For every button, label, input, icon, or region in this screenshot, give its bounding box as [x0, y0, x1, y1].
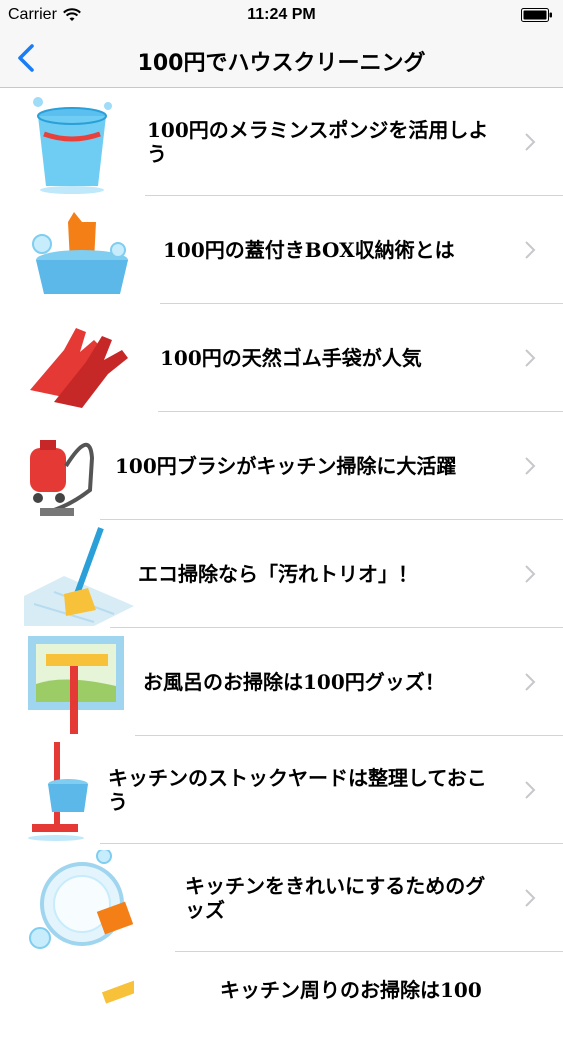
- chevron-right-icon: [525, 673, 536, 691]
- item-label: 100円ブラシがキッチン掃除に大活躍: [115, 454, 457, 478]
- rubber-gloves-icon: [30, 328, 128, 408]
- page-title: 100円でハウスクリーニング: [137, 51, 426, 76]
- list-item[interactable]: 100円ブラシがキッチン掃除に大活躍: [0, 412, 563, 520]
- chevron-right-icon: [525, 457, 536, 475]
- item-label: お風呂のお掃除は100円グッズ！: [143, 670, 445, 694]
- list-item[interactable]: 100円のメラミンスポンジを活用しよう: [0, 88, 563, 196]
- chevron-right-icon: [525, 349, 536, 367]
- chevron-right-icon: [525, 133, 536, 151]
- battery-icon: [521, 8, 552, 22]
- navigation-bar: 100円でハウスクリーニング: [0, 30, 563, 88]
- window-squeegee-icon: [28, 636, 124, 734]
- item-label: キッチン周りのお掃除は100: [220, 978, 482, 1002]
- laundry-basin-icon: [32, 212, 128, 294]
- chevron-right-icon: [525, 565, 536, 583]
- item-label: 100円のメラミンスポンジを活用しよう: [147, 118, 489, 166]
- chevron-right-icon: [525, 781, 536, 799]
- status-time: 11:24 PM: [247, 6, 316, 23]
- list-item[interactable]: お風呂のお掃除は100円グッズ！: [0, 628, 563, 736]
- water-bucket-icon: [33, 97, 112, 194]
- list-item[interactable]: キッチンのストックヤードは整理しておこう: [0, 736, 563, 844]
- item-label: キッチンのストックヤードは整理しておこう: [108, 766, 487, 814]
- list-item[interactable]: 100円の天然ゴム手袋が人気: [0, 304, 563, 412]
- list-item[interactable]: キッチン周りのお掃除は100: [0, 952, 563, 1060]
- item-label: エコ掃除なら「汚れトリオ」！: [138, 562, 418, 586]
- chevron-right-icon: [525, 241, 536, 259]
- item-label: 100円の天然ゴム手袋が人気: [160, 346, 422, 370]
- status-bar: Carrier 11:24 PM: [0, 0, 563, 30]
- broom-icon: [24, 527, 134, 626]
- list-item[interactable]: エコ掃除なら「汚れトリオ」！: [0, 520, 563, 628]
- chevron-right-icon: [525, 889, 536, 907]
- spray-hose-icon: [101, 980, 134, 1004]
- list-item[interactable]: 100円の蓋付きBOX収納術とは: [0, 196, 563, 304]
- plate-sponge-icon: [29, 850, 134, 949]
- item-list: 100円のメラミンスポンジを活用しよう 100円の蓋付きBOX収納術とは 100…: [0, 88, 563, 1060]
- item-label: 100円の蓋付きBOX収納術とは: [163, 238, 455, 262]
